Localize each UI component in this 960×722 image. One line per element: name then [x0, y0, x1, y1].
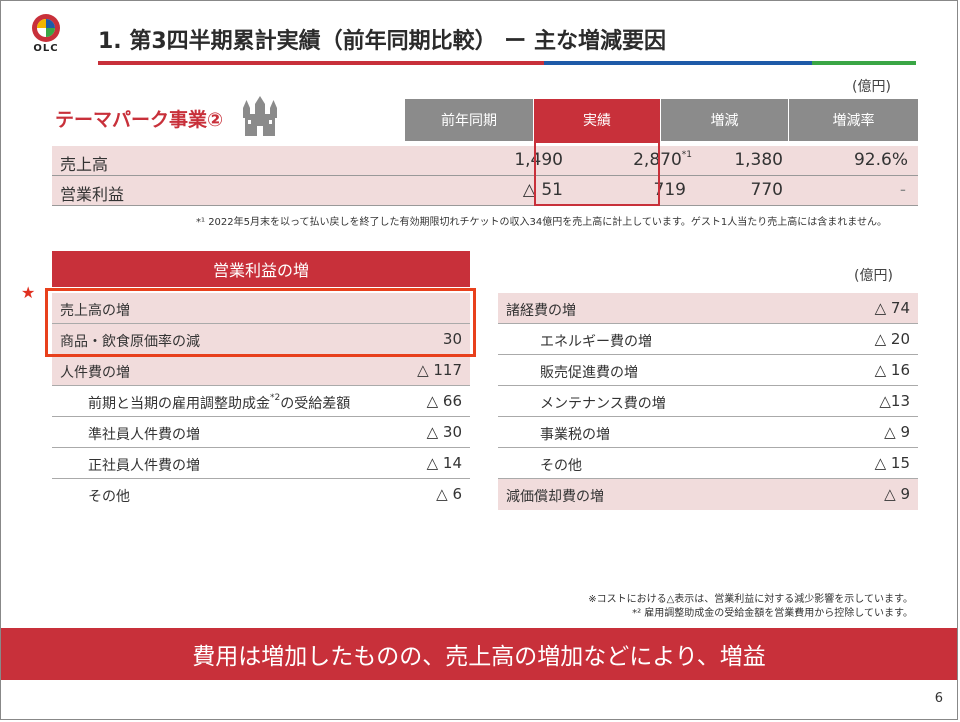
row-label: 売上高: [60, 155, 109, 174]
summary-row-operating-income: 営業利益 △ 51 719 770 -: [52, 176, 918, 206]
col-header-actual: 実績: [534, 99, 660, 141]
summary-row-sales: 売上高 1,490 2,870*1 1,380 92.6%: [52, 146, 918, 176]
expense-row: その他 △ 15: [498, 448, 918, 479]
increase-table-header: 営業利益の増: [52, 251, 470, 287]
footnote-1: *¹ 2022年5月末を以って払い戻しを終了した有効期限切れチケットの収入34億…: [196, 217, 887, 228]
page-title: 1. 第3四半期累計実績（前年同期比較） ー 主な増減要因: [98, 29, 666, 54]
rate-value: -: [899, 180, 906, 200]
expense-row: 減価償却費の増 △ 9: [498, 479, 918, 510]
increase-row: 人件費の増 △ 117: [52, 355, 470, 386]
col-header-diff: 増減: [661, 99, 788, 141]
expense-row: エネルギー費の増 △ 20: [498, 324, 918, 355]
expense-row: メンテナンス費の増 △13: [498, 386, 918, 417]
page-number: 6: [934, 691, 943, 706]
increase-row: 前期と当期の雇用調整助成金*2の受給差額 △ 66: [52, 386, 470, 417]
rate-value: 92.6%: [853, 150, 908, 170]
expense-row: 諸経費の増 △ 74: [498, 293, 918, 324]
row-label: 営業利益: [60, 185, 125, 204]
logo-text: OLC: [33, 43, 59, 54]
diff-value: 770: [750, 180, 783, 200]
increase-row: 正社員人件費の増 △ 14: [52, 448, 470, 479]
col-header-rate: 増減率: [789, 99, 918, 141]
col-header-prev: 前年同期: [405, 99, 533, 141]
slide: OLC 1. 第3四半期累計実績（前年同期比較） ー 主な増減要因 (億円) テ…: [0, 0, 958, 720]
unit-label: (億円): [852, 79, 891, 95]
actual-column-highlight: [534, 141, 660, 206]
logo-icon: [32, 14, 60, 42]
expense-unit-label: (億円): [854, 268, 893, 284]
highlight-box: [45, 288, 476, 357]
footnote-cost: ※コストにおける△表示は、営業利益に対する減少影響を示しています。: [588, 594, 913, 605]
footnotes: ※コストにおける△表示は、営業利益に対する減少影響を示しています。 *² 雇用調…: [588, 593, 913, 621]
row-label: 前期と当期の雇用調整助成金*2の受給差額: [88, 393, 351, 412]
footnote-2: *² 雇用調整助成金の受給金額を営業費用から控除しています。: [632, 608, 913, 619]
olc-logo: OLC: [29, 13, 79, 54]
increase-row: 準社員人件費の増 △ 30: [52, 417, 470, 448]
castle-icon: [243, 96, 277, 136]
expense-row: 販売促進費の増 △ 16: [498, 355, 918, 386]
title-rule: [98, 61, 916, 65]
star-icon: ★: [21, 283, 36, 302]
expense-row: 事業税の増 △ 9: [498, 417, 918, 448]
diff-value: 1,380: [734, 150, 783, 170]
summary-banner: 費用は増加したものの、売上高の増加などにより、増益: [1, 628, 957, 680]
increase-row: その他 △ 6: [88, 485, 462, 505]
segment-title: テーマパーク事業②: [55, 109, 224, 131]
